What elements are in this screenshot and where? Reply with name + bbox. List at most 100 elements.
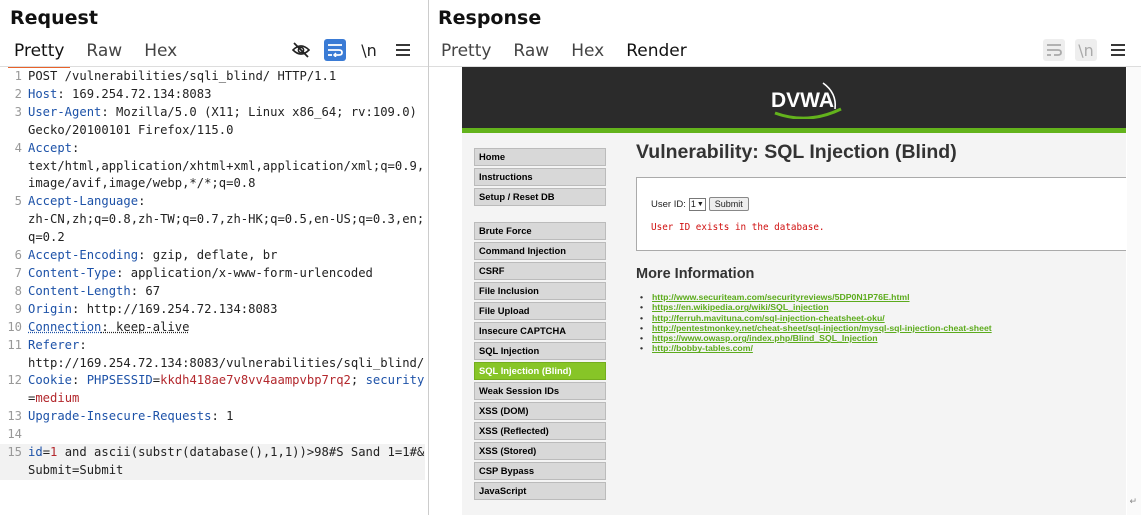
header-value: : 1 bbox=[211, 409, 234, 424]
header-value: = bbox=[42, 445, 51, 460]
line-number: 4 bbox=[14, 140, 22, 155]
request-line[interactable]: 11 Referer: http://169.254.72.134:8083/vu… bbox=[0, 337, 425, 373]
response-title: Response bbox=[438, 7, 542, 29]
hamburger-menu-icon[interactable] bbox=[392, 39, 414, 61]
line-content: Host: 169.254.72.134:8083 bbox=[28, 86, 425, 104]
request-line[interactable]: 3 User-Agent: Mozilla/5.0 (X11; Linux x86… bbox=[0, 104, 425, 140]
menu-item-command-injection[interactable]: Command Injection bbox=[474, 242, 606, 260]
response-tab-render[interactable]: Render bbox=[620, 40, 693, 68]
menu-item-instructions[interactable]: Instructions bbox=[474, 168, 606, 186]
header-value: : 169.254.72.134:8083 bbox=[57, 86, 212, 101]
rendered-page: DVWA Home Instructions Setup / Reset DB Bru… bbox=[462, 67, 1126, 515]
response-tab-raw[interactable]: Raw bbox=[507, 40, 555, 66]
line-number: 9 bbox=[14, 301, 22, 316]
header-key: Connection bbox=[28, 319, 102, 334]
line-number: 2 bbox=[14, 86, 22, 101]
menu-item-xss-reflected[interactable]: XSS (Reflected) bbox=[474, 422, 606, 440]
header-key: id bbox=[28, 445, 43, 460]
header-value: : http://169.254.72.134:8083/vulnerabili… bbox=[28, 337, 425, 370]
response-toolbar: \n bbox=[1043, 39, 1129, 61]
menu-item-sql-injection[interactable]: SQL Injection bbox=[474, 342, 606, 360]
request-line[interactable]: 13 Upgrade-Insecure-Requests: 1 bbox=[0, 408, 425, 426]
request-tab-raw[interactable]: Raw bbox=[80, 40, 128, 66]
reference-link[interactable]: http://pentestmonkey.net/cheat-sheet/sql… bbox=[640, 323, 1126, 334]
menu-item-csp-bypass[interactable]: CSP Bypass bbox=[474, 462, 606, 480]
response-tab-hex[interactable]: Hex bbox=[565, 40, 610, 66]
dvwa-content: Vulnerability: SQL Injection (Blind) Use… bbox=[636, 139, 1126, 354]
request-line[interactable]: 7 Content-Type: application/x-www-form-ur… bbox=[0, 265, 425, 283]
reference-link[interactable]: http://www.securiteam.com/securityreview… bbox=[640, 292, 1126, 303]
menu-item-weak-session-ids[interactable]: Weak Session IDs bbox=[474, 382, 606, 400]
menu-item-xss-stored[interactable]: XSS (Stored) bbox=[474, 442, 606, 460]
menu-item-sql-injection-blind[interactable]: SQL Injection (Blind) bbox=[474, 362, 606, 380]
header-key: Accept bbox=[28, 140, 73, 155]
request-line[interactable]: 2 Host: 169.254.72.134:8083 bbox=[0, 86, 425, 104]
menu-item-brute-force[interactable]: Brute Force bbox=[474, 222, 606, 240]
reference-link[interactable]: https://www.owasp.org/index.php/Blind_SQ… bbox=[640, 333, 1126, 344]
line-number: 5 bbox=[14, 194, 22, 209]
request-line[interactable]: 10 Connection: keep-alive bbox=[0, 319, 425, 337]
menu-item-setup-reset-db[interactable]: Setup / Reset DB bbox=[474, 188, 606, 206]
header-key: Referer bbox=[28, 337, 80, 352]
reference-link[interactable]: http://ferruh.mavituna.com/sql-injection… bbox=[640, 313, 1126, 324]
request-line[interactable]: 5 Accept-Language: zh-CN,zh;q=0.8,zh-TW;q… bbox=[0, 193, 425, 247]
line-content: Accept-Language: zh-CN,zh;q=0.8,zh-TW;q=… bbox=[28, 193, 425, 247]
menu-item-home[interactable]: Home bbox=[474, 148, 606, 166]
line-content: id=1 and ascii(substr(database(),1,1))>9… bbox=[28, 444, 425, 480]
line-content: Origin: http://169.254.72.134:8083 bbox=[28, 301, 425, 319]
userid-form: User ID: 1 ▼ Submit bbox=[651, 197, 749, 211]
request-tabs-divider bbox=[0, 66, 428, 67]
submit-button[interactable]: Submit bbox=[708, 197, 749, 211]
header-value: : http://169.254.72.134:8083 bbox=[72, 301, 278, 316]
request-editor[interactable]: 1 POST /vulnerabilities/sqli_blind/ HTTP/… bbox=[0, 68, 425, 480]
request-line[interactable]: 15 id=1 and ascii(substr(database(),1,1))… bbox=[0, 444, 425, 480]
request-line[interactable]: 14 bbox=[0, 426, 425, 444]
eye-slash-icon[interactable] bbox=[290, 39, 312, 61]
result-message: User ID exists in the database. bbox=[651, 222, 825, 233]
line-number: 13 bbox=[7, 409, 22, 424]
menu-item-xss-dom[interactable]: XSS (DOM) bbox=[474, 402, 606, 420]
hamburger-menu-icon[interactable] bbox=[1107, 39, 1129, 61]
request-line[interactable]: 4 Accept: text/html,application/xhtml+xml… bbox=[0, 140, 425, 194]
header-key: Accept-Language bbox=[28, 194, 139, 209]
request-tab-pretty[interactable]: Pretty bbox=[8, 40, 71, 68]
line-content: User-Agent: Mozilla/5.0 (X11; Linux x86_… bbox=[28, 104, 425, 140]
request-line[interactable]: 12 Cookie: PHPSESSID=kkdh418ae7v8vv4aampv… bbox=[0, 372, 425, 408]
response-tab-pretty[interactable]: Pretty bbox=[435, 40, 497, 66]
response-tabs: Pretty Raw Hex Render bbox=[435, 40, 703, 68]
line-content: Content-Type: application/x-www-form-url… bbox=[28, 265, 425, 283]
userid-select[interactable]: 1 ▼ bbox=[688, 197, 706, 211]
render-scrollbar[interactable] bbox=[1127, 67, 1141, 515]
request-line[interactable]: 6 Accept-Encoding: gzip, deflate, br bbox=[0, 247, 425, 265]
newline-toggle[interactable]: \n bbox=[358, 39, 380, 61]
header-value: : text/html,application/xhtml+xml,applic… bbox=[28, 140, 425, 191]
menu-item-csrf[interactable]: CSRF bbox=[474, 262, 606, 280]
menu-item-javascript[interactable]: JavaScript bbox=[474, 482, 606, 500]
request-line[interactable]: 8 Content-Length: 67 bbox=[0, 283, 425, 301]
newline-toggle[interactable]: \n bbox=[1075, 39, 1097, 61]
userid-select-value: 1 bbox=[690, 198, 696, 209]
request-tab-hex[interactable]: Hex bbox=[138, 40, 183, 66]
header-value: : gzip, deflate, br bbox=[138, 248, 278, 263]
reference-link[interactable]: http://bobby-tables.com/ bbox=[640, 343, 1126, 354]
request-line[interactable]: 9 Origin: http://169.254.72.134:8083 bbox=[0, 301, 425, 319]
menu-item-file-inclusion[interactable]: File Inclusion bbox=[474, 282, 606, 300]
wrap-icon[interactable] bbox=[1043, 39, 1065, 61]
header-key: Upgrade-Insecure-Requests bbox=[28, 409, 212, 424]
chevron-down-icon: ▼ bbox=[696, 200, 704, 208]
dvwa-logo: DVWA bbox=[771, 82, 842, 119]
header-key: Host bbox=[28, 86, 58, 101]
reference-link[interactable]: https://en.wikipedia.org/wiki/SQL_inject… bbox=[640, 302, 1126, 313]
header-key: Content-Length bbox=[28, 283, 131, 298]
page-title: Vulnerability: SQL Injection (Blind) bbox=[636, 141, 957, 163]
header-value: POST /vulnerabilities/sqli_blind/ HTTP/1… bbox=[28, 69, 337, 83]
wrap-icon[interactable] bbox=[324, 39, 346, 61]
request-line[interactable]: 1 POST /vulnerabilities/sqli_blind/ HTTP/… bbox=[0, 68, 425, 86]
header-value: ; bbox=[350, 373, 366, 388]
menu-item-insecure-captcha[interactable]: Insecure CAPTCHA bbox=[474, 322, 606, 340]
header-value: and ascii(substr(database(),1,1))>98#S S… bbox=[28, 445, 425, 477]
menu-item-file-upload[interactable]: File Upload bbox=[474, 302, 606, 320]
line-content: Accept-Encoding: gzip, deflate, br bbox=[28, 247, 425, 265]
param-value: kkdh418ae7v8vv4aampvbp7rq2 bbox=[160, 373, 351, 388]
line-number: 6 bbox=[14, 248, 22, 263]
